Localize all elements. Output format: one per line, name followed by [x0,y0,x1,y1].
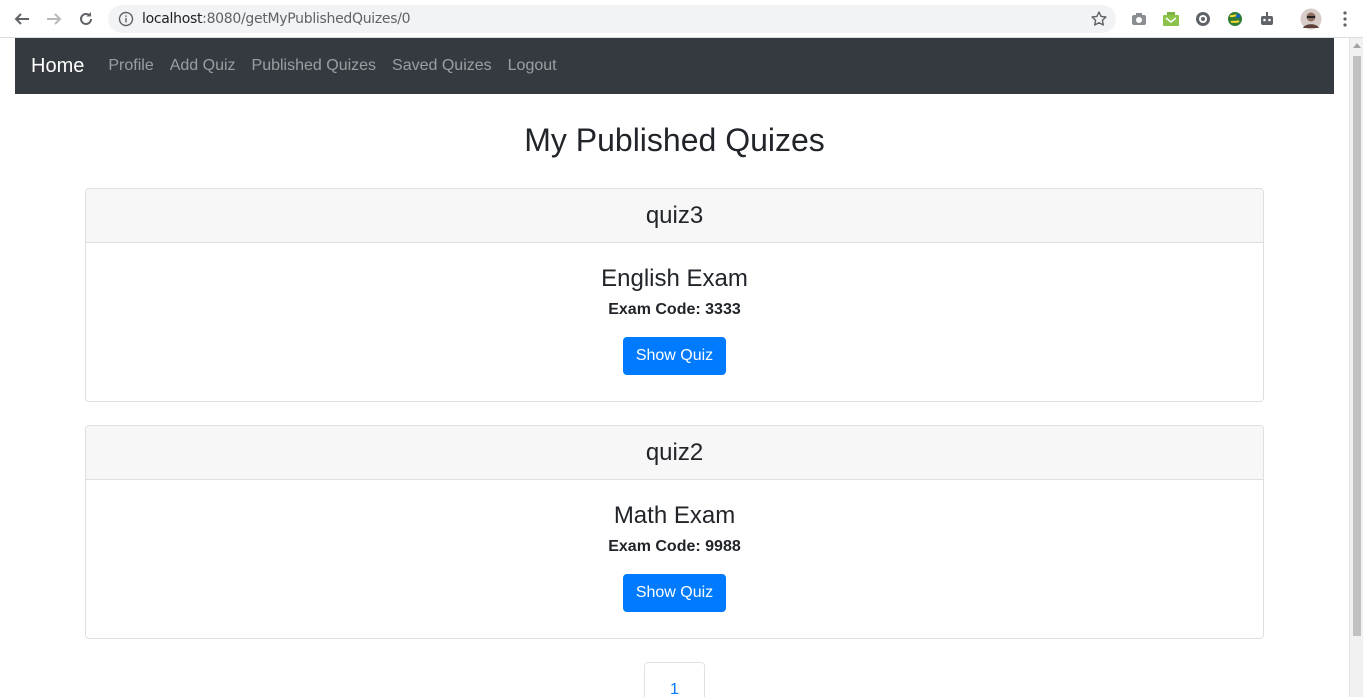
quiz-card-header: quiz2 [86,426,1263,480]
show-quiz-button[interactable]: Show Quiz [622,574,727,612]
forward-arrow-icon[interactable] [43,8,65,30]
url-path: :8080/getMyPublishedQuizes/0 [202,11,411,27]
exam-code: Exam Code: 3333 [608,301,741,318]
show-quiz-button[interactable]: Show Quiz [622,337,727,375]
back-arrow-icon[interactable] [11,8,33,30]
nav-add-quiz-link[interactable]: Add Quiz [170,57,236,75]
nav-logout-link[interactable]: Logout [508,57,557,75]
pagination: 1 [644,662,705,697]
quiz-card-header: quiz3 [86,189,1263,243]
page-link-1[interactable]: 1 [670,681,679,697]
nav-published-quizes-link[interactable]: Published Quizes [252,57,377,75]
quiz-card: quiz3 English Exam Exam Code: 3333 Show … [85,188,1264,402]
extension-icon[interactable] [1194,10,1212,28]
url-host: localhost [142,11,203,27]
globe-icon[interactable] [1226,10,1244,28]
exam-title: Math Exam [613,502,736,529]
nav-home-link[interactable]: Home [31,55,84,78]
robot-icon[interactable] [1258,10,1276,28]
exam-code: Exam Code: 9988 [608,538,741,555]
nav-profile-link[interactable]: Profile [108,57,153,75]
camera-icon[interactable] [1130,10,1148,28]
scroll-up-arrow-icon[interactable] [1353,43,1361,48]
quiz-card: quiz2 Math Exam Exam Code: 9988 Show Qui… [85,425,1264,639]
page-scrollbar[interactable] [1349,38,1363,697]
nav-saved-quizes-link[interactable]: Saved Quizes [392,57,492,75]
address-bar[interactable]: localhost:8080/getMyPublishedQuizes/0 [108,5,1116,33]
top-navbar: Home Profile Add Quiz Published Quizes S… [15,38,1334,94]
main-content: My Published Quizes quiz3 English Exam E… [15,94,1334,697]
quiz-card-body: Math Exam Exam Code: 9988 Show Quiz [86,480,1263,638]
avatar[interactable] [1300,8,1322,30]
exam-title: English Exam [601,265,748,292]
star-icon[interactable] [1090,10,1108,28]
page-title: My Published Quizes [524,122,825,158]
scrollbar-thumb[interactable] [1353,56,1361,636]
url-text: localhost:8080/getMyPublishedQuizes/0 [142,11,411,27]
more-menu-icon[interactable] [1336,10,1354,28]
quiz-card-body: English Exam Exam Code: 3333 Show Quiz [86,243,1263,401]
inbox-icon[interactable] [1162,10,1180,28]
reload-icon[interactable] [75,8,97,30]
info-icon[interactable] [118,11,134,27]
browser-toolbar: localhost:8080/getMyPublishedQuizes/0 [0,0,1363,38]
